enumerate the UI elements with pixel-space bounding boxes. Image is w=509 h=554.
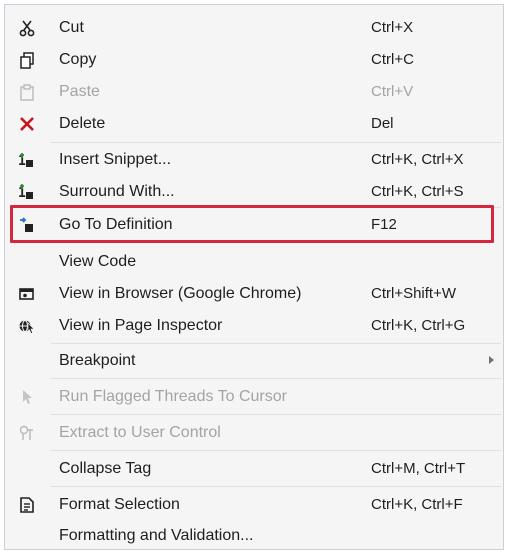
menu-item-label: Cut	[59, 19, 84, 36]
menu-item-collapse-tag[interactable]: Collapse Tag Ctrl+M, Ctrl+T	[5, 454, 503, 484]
menu-item-label: Paste	[59, 83, 100, 100]
scissors-icon	[18, 19, 36, 37]
menu-separator	[51, 414, 501, 415]
view-in-browser-icon	[18, 285, 36, 303]
menu-item-view-in-page-inspector[interactable]: View in Page Inspector Ctrl+K, Ctrl+G	[5, 311, 503, 341]
menu-item-delete[interactable]: Delete Del	[5, 109, 503, 139]
context-menu: Cut Ctrl+X Copy Ctrl+C Paste Ctrl+V Dele…	[4, 4, 504, 550]
menu-item-breakpoint[interactable]: Breakpoint	[5, 346, 503, 376]
menu-separator	[51, 378, 501, 379]
menu-separator	[51, 343, 501, 344]
menu-item-surround-with[interactable]: 1 Surround With... Ctrl+K, Ctrl+S	[5, 177, 503, 207]
menu-item-shortcut: Ctrl+K, Ctrl+F	[371, 496, 463, 513]
menu-item-run-flagged-threads: Run Flagged Threads To Cursor	[5, 382, 503, 412]
menu-item-label: Breakpoint	[59, 352, 136, 369]
menu-item-label: Format Selection	[59, 496, 180, 513]
menu-item-label: Surround With...	[59, 183, 175, 200]
menu-item-formatting-and-validation[interactable]: Formatting and Validation...	[5, 521, 503, 551]
insert-snippet-icon: 1	[18, 151, 36, 169]
menu-item-label: View Code	[59, 253, 137, 270]
menu-item-shortcut: Ctrl+V	[371, 83, 414, 100]
menu-item-shortcut: Ctrl+K, Ctrl+G	[371, 317, 466, 334]
menu-item-label: Run Flagged Threads To Cursor	[59, 388, 287, 405]
menu-item-shortcut: Ctrl+K, Ctrl+X	[371, 151, 464, 168]
menu-separator	[51, 450, 501, 451]
menu-item-cut[interactable]: Cut Ctrl+X	[5, 13, 503, 43]
menu-item-label: View in Page Inspector	[59, 317, 223, 334]
menu-item-shortcut: Ctrl+K, Ctrl+S	[371, 183, 464, 200]
page-inspector-icon	[18, 317, 36, 335]
menu-item-extract-to-user-control: Extract to User Control	[5, 418, 503, 448]
menu-item-view-code[interactable]: View Code	[5, 247, 503, 277]
menu-item-paste: Paste Ctrl+V	[5, 77, 503, 107]
format-selection-icon	[18, 496, 36, 514]
delete-x-icon	[18, 115, 36, 133]
menu-item-label: View in Browser (Google Chrome)	[59, 285, 302, 302]
highlight-annotation-box	[10, 205, 494, 243]
menu-item-label: Insert Snippet...	[59, 151, 172, 168]
menu-item-insert-snippet[interactable]: 1 Insert Snippet... Ctrl+K, Ctrl+X	[5, 145, 503, 175]
menu-item-label: Formatting and Validation...	[59, 527, 254, 544]
menu-item-label: Collapse Tag	[59, 460, 152, 477]
menu-separator	[51, 486, 501, 487]
paste-icon	[18, 83, 36, 101]
menu-item-format-selection[interactable]: Format Selection Ctrl+K, Ctrl+F	[5, 490, 503, 520]
menu-separator	[51, 142, 501, 143]
run-to-cursor-icon	[18, 388, 36, 406]
menu-item-shortcut: Ctrl+C	[371, 51, 414, 68]
menu-item-shortcut: Del	[371, 115, 394, 132]
menu-item-label: Delete	[59, 115, 106, 132]
menu-item-shortcut: Ctrl+X	[371, 19, 414, 36]
copy-icon	[18, 51, 36, 69]
menu-item-shortcut: Ctrl+M, Ctrl+T	[371, 460, 466, 477]
surround-with-icon: 1	[18, 183, 36, 201]
menu-item-shortcut: Ctrl+Shift+W	[371, 285, 457, 302]
menu-item-label: Extract to User Control	[59, 424, 221, 441]
extract-user-control-icon	[18, 424, 36, 442]
menu-item-label: Copy	[59, 51, 97, 68]
menu-item-view-in-browser[interactable]: View in Browser (Google Chrome) Ctrl+Shi…	[5, 279, 503, 309]
submenu-arrow-icon	[489, 356, 494, 364]
menu-item-copy[interactable]: Copy Ctrl+C	[5, 45, 503, 75]
